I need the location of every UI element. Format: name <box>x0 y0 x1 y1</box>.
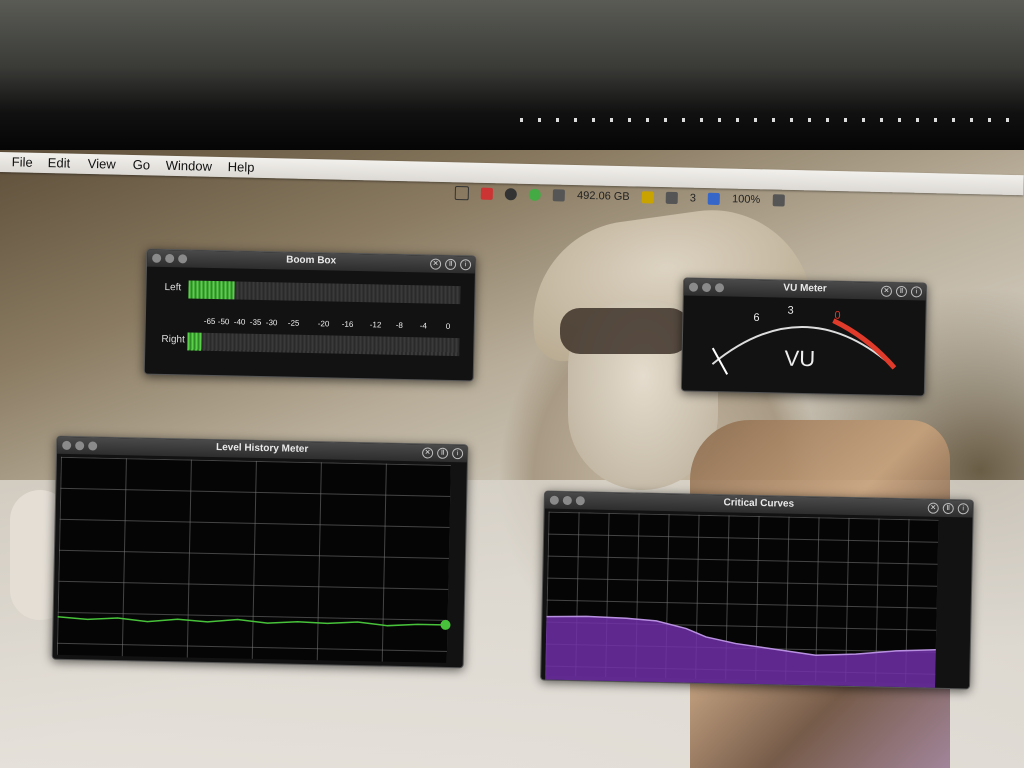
menu-window[interactable]: Window <box>166 158 213 174</box>
circle-icon[interactable] <box>504 188 518 201</box>
vu-mark-0: 0 <box>834 310 840 322</box>
wifi-icon[interactable] <box>772 194 785 207</box>
disk-icon[interactable] <box>552 189 566 202</box>
db-scale-label: -35 <box>249 317 262 327</box>
window-icon[interactable] <box>454 186 469 201</box>
menu-help[interactable]: Help <box>228 159 255 175</box>
app-blue-icon[interactable] <box>707 192 721 206</box>
menu-file[interactable]: File <box>12 154 33 169</box>
menu-edit[interactable]: Edit <box>48 155 71 171</box>
vu-mark-6: 6 <box>753 312 759 324</box>
right-meter-track <box>187 332 460 357</box>
db-scale-label: -8 <box>395 320 404 330</box>
db-scale-label: -65 <box>203 316 216 327</box>
count-label[interactable]: 3 <box>690 192 696 204</box>
right-meter-fill <box>187 332 202 351</box>
left-channel-label: Left <box>164 281 182 294</box>
radiation-icon[interactable] <box>641 191 654 204</box>
vu-window: VU Meter ✕ Ⅱ i VU 6 3 0 <box>680 277 928 397</box>
critical-curves-plot <box>545 615 936 690</box>
level-history-line <box>57 616 443 627</box>
led-strip <box>520 118 1024 122</box>
monitor-bezel <box>0 0 1024 150</box>
level-history-plot <box>57 616 451 630</box>
disk-free-label[interactable]: 492.06 GB <box>577 190 630 203</box>
db-scale-label: -40 <box>233 317 246 327</box>
db-scale-label: -50 <box>217 317 230 327</box>
battery-label[interactable]: 100% <box>732 193 760 206</box>
status-green-icon[interactable] <box>528 188 542 201</box>
menu-go[interactable]: Go <box>133 157 151 172</box>
level-history-marker <box>440 619 451 630</box>
db-scale-label: -4 <box>419 321 428 331</box>
left-meter-fill <box>188 280 235 300</box>
db-scale-label: 0 <box>445 321 451 331</box>
boombox-titlebar[interactable]: Boom Box ✕ Ⅱ i <box>146 249 476 274</box>
db-scale-label: -30 <box>265 318 278 328</box>
status-menu-extras: 492.06 GB 3 100% <box>454 186 794 212</box>
level-history-title: Level History Meter <box>215 442 309 455</box>
critical-curves-window: Critical Curves ✕ Ⅱ i <box>540 490 974 690</box>
vu-dial: VU 6 3 0 <box>711 305 897 375</box>
right-channel-label: Right <box>161 333 185 346</box>
desktop-screen: File Edit View Go Window Help 492.06 GB … <box>0 150 1024 768</box>
boombox-window: Boom Box ✕ Ⅱ i Left -65 -50 -40 -35 -30 -25 -2… <box>143 248 477 382</box>
display-icon[interactable] <box>665 191 678 205</box>
db-scale-label: -12 <box>369 320 382 330</box>
db-scale-label: -16 <box>341 319 354 329</box>
menu-view[interactable]: View <box>88 156 116 172</box>
boombox-title: Boom Box <box>286 254 337 267</box>
vu-mark-3: 3 <box>787 305 793 317</box>
app-red-icon[interactable] <box>480 187 494 200</box>
level-history-window: Level History Meter ✕ Ⅱ i <box>51 435 469 669</box>
vu-label: VU <box>784 346 815 372</box>
db-scale-label: -20 <box>317 319 330 329</box>
wallpaper-sunglasses <box>560 308 690 354</box>
db-scale-label: -25 <box>287 318 300 328</box>
